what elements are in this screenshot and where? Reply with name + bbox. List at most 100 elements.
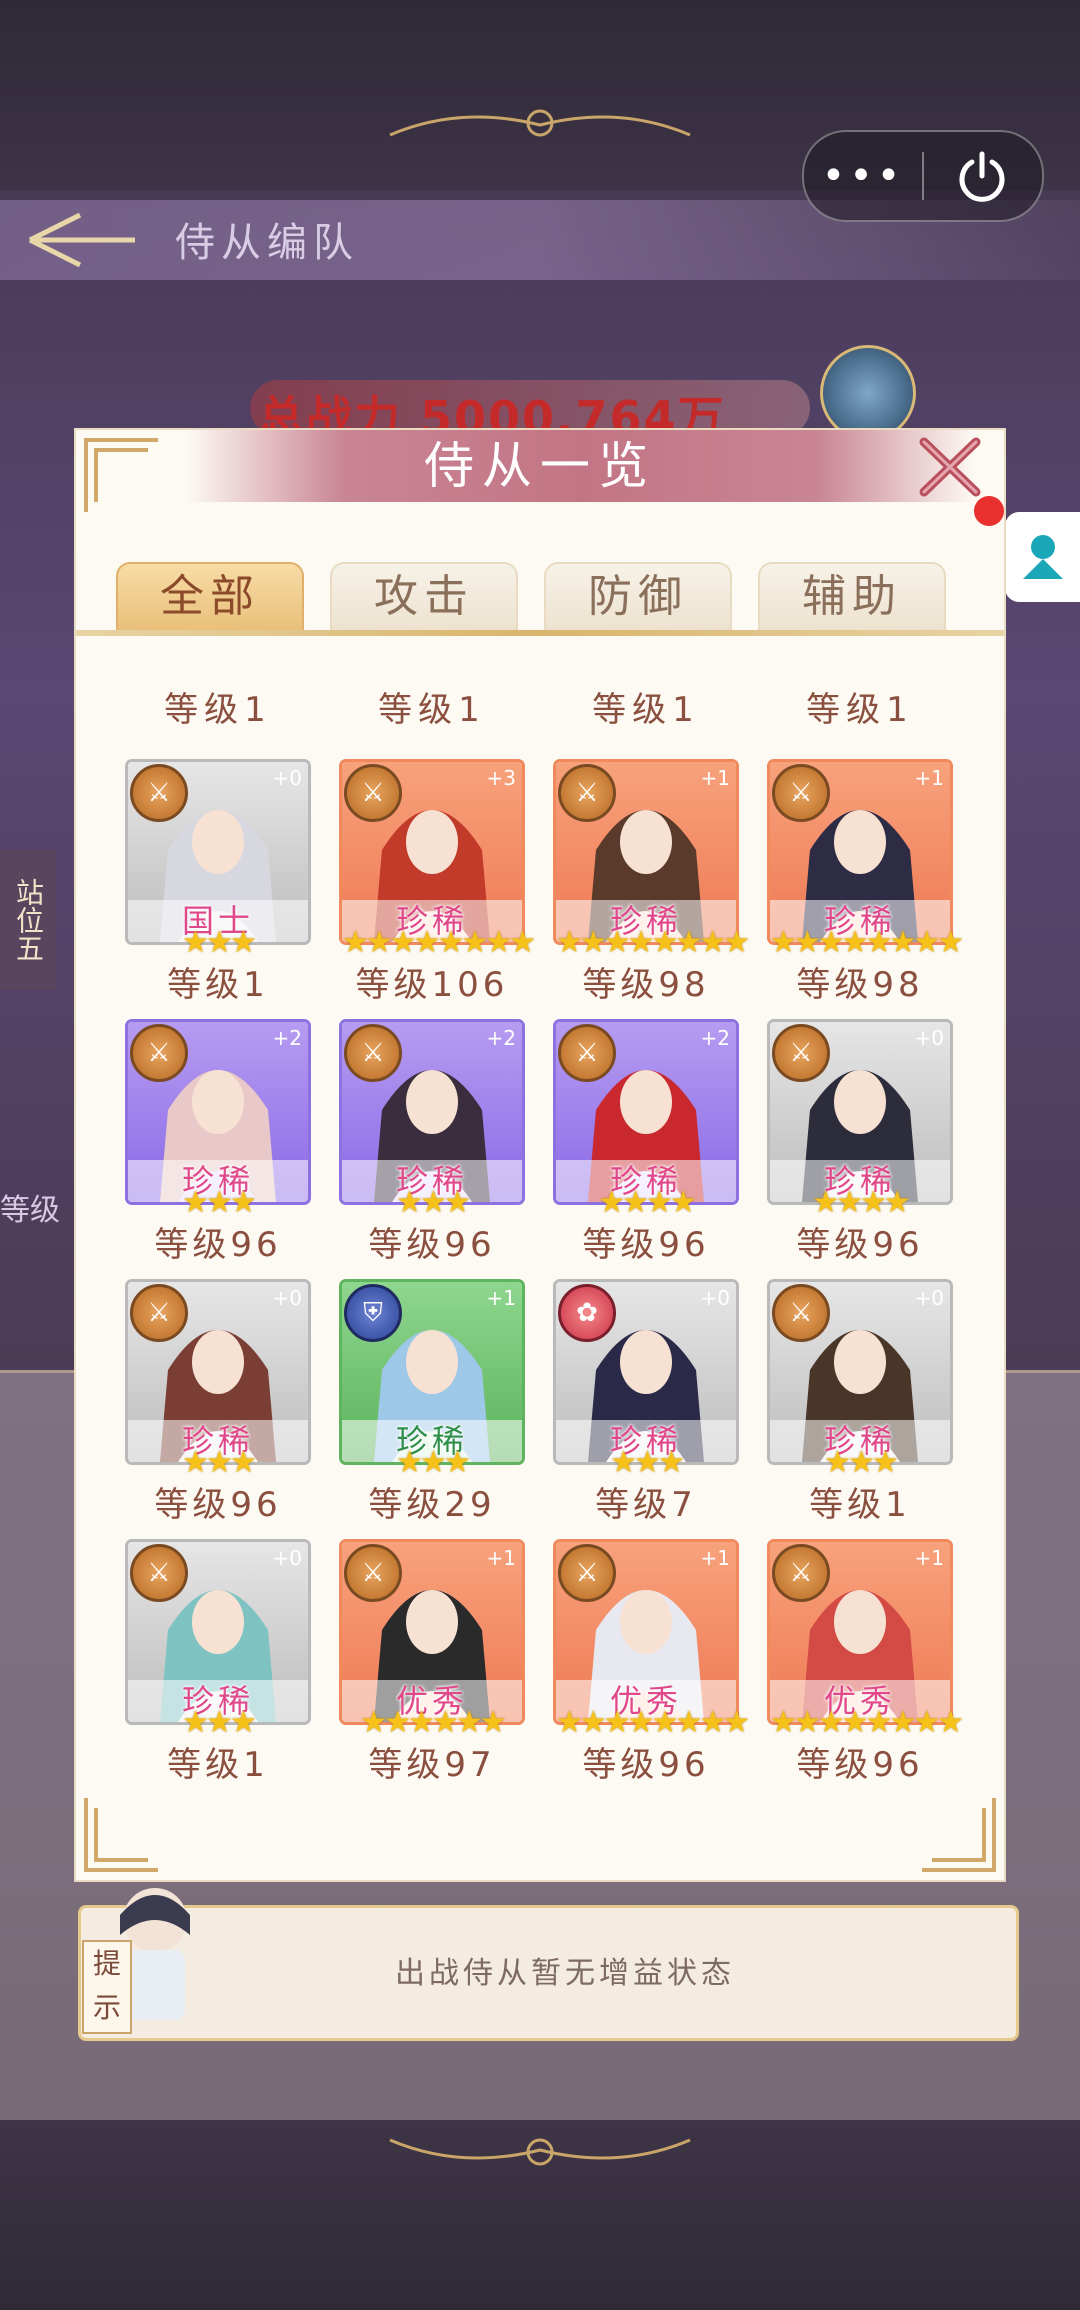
servant-card[interactable]: ⚔ +1 优秀 ★★★★★★★★ 等级96 — [770, 1542, 964, 1792]
star-rating: ★★★ — [396, 1185, 471, 1220]
tab-divider — [76, 630, 1004, 636]
level-label: 等级1 — [167, 965, 269, 1005]
enhance-level: +0 — [700, 1286, 730, 1310]
level-label: 等级96 — [582, 1745, 710, 1785]
sword-icon: ⚔ — [558, 764, 616, 822]
formation-badge-icon[interactable] — [820, 345, 916, 441]
slot-label: 站位五 — [0, 850, 56, 990]
servant-card[interactable]: ⚔ +1 珍稀 ★★★★★★★★ 等级98 — [770, 762, 964, 1012]
level-label: 等级96 — [154, 1225, 282, 1265]
corner-ornament-icon — [922, 1798, 996, 1872]
star-rating: ★★★ — [610, 1445, 685, 1480]
enhance-level: +1 — [914, 1546, 944, 1570]
tab-all[interactable]: 全部 — [116, 562, 304, 630]
servant-card[interactable]: ⚔ +0 珍稀 ★★★ 等级1 — [770, 1282, 950, 1532]
servant-card[interactable]: ⚔ +1 优秀 ★★★★★★ 等级97 — [342, 1542, 522, 1792]
servant-card[interactable]: ⚔ +2 珍稀 ★★★★ 等级96 — [556, 1022, 736, 1272]
star-rating: ★★★★★★★★ — [342, 925, 536, 960]
tab-support[interactable]: 辅助 — [758, 562, 946, 630]
formation-title: 侍从编队 — [175, 220, 359, 266]
category-tabs: 全部 攻击 防御 辅助 — [116, 562, 956, 630]
servant-card[interactable]: ⚔ +3 珍稀 ★★★★★★★★ 等级106 — [342, 762, 536, 1012]
sword-icon: ⚔ — [558, 1024, 616, 1082]
level-label: 等级96 — [582, 1225, 710, 1265]
servant-card[interactable]: ⚔ +2 珍稀 ★★★ 等级96 — [128, 1022, 308, 1272]
enhance-level: +1 — [914, 766, 944, 790]
star-rating: ★★★★★★★★ — [556, 925, 750, 960]
star-rating: ★★★ — [182, 1445, 257, 1480]
floating-assistant-button[interactable] — [1005, 512, 1080, 602]
mini-program-capsule: ••• — [802, 130, 1044, 222]
tab-defense[interactable]: 防御 — [544, 562, 732, 630]
star-rating: ★★★★ — [598, 1185, 697, 1220]
close-icon[interactable] — [916, 434, 986, 500]
star-rating: ★★★ — [182, 1705, 257, 1740]
level-label: 等级1 — [809, 1485, 911, 1525]
sword-icon: ⚔ — [772, 1284, 830, 1342]
notification-dot — [974, 496, 1004, 526]
level-label: 等级98 — [582, 965, 710, 1005]
level-label: 等级96 — [796, 1745, 924, 1785]
servant-card[interactable]: ⚔ +1 优秀 ★★★★★★★★ 等级96 — [556, 1542, 750, 1792]
enhance-level: +1 — [486, 1286, 516, 1310]
sword-icon: ⚔ — [344, 1544, 402, 1602]
servant-list-modal: 侍从一览 全部 攻击 防御 辅助 等级1 等级1 等级1 等级1 ⚔ +0 国士 ★★… — [76, 430, 1004, 1880]
level-label: 等级97 — [368, 1745, 496, 1785]
level-label: 等级1 — [592, 690, 700, 730]
sword-icon: ⚔ — [130, 1544, 188, 1602]
sword-icon: ⚔ — [772, 1544, 830, 1602]
star-rating: ★★★★★★★★ — [770, 925, 964, 960]
top-ornament — [389, 109, 691, 137]
level-label: 等级96 — [796, 1225, 924, 1265]
enhance-level: +0 — [272, 1546, 302, 1570]
level-label: 等级106 — [355, 965, 509, 1005]
enhance-level: +2 — [272, 1026, 302, 1050]
level-label: 等级1 — [378, 690, 486, 730]
sword-icon: ⚔ — [130, 764, 188, 822]
lotus-icon: ✿ — [558, 1284, 616, 1342]
servant-card[interactable]: ⚔ +0 珍稀 ★★★ 等级1 — [128, 1542, 308, 1792]
tip-text: 出战侍从暂无增益状态 — [395, 1956, 735, 1991]
sword-icon: ⚔ — [772, 1024, 830, 1082]
sword-icon: ⚔ — [130, 1284, 188, 1342]
servant-card[interactable]: ⚔ +2 珍稀 ★★★ 等级96 — [342, 1022, 522, 1272]
back-arrow-icon[interactable] — [20, 205, 140, 275]
corner-ornament-icon — [84, 438, 158, 512]
sword-icon: ⚔ — [344, 764, 402, 822]
sword-icon: ⚔ — [344, 1024, 402, 1082]
top-level-row: 等级1 等级1 等级1 等级1 — [128, 682, 968, 732]
modal-title: 侍从一览 — [424, 437, 656, 495]
level-label: 等级1 — [167, 1745, 269, 1785]
star-rating: ★★★★ — [812, 1185, 911, 1220]
star-rating: ★★★★★★★★ — [556, 1705, 750, 1740]
level-label: 等级1 — [806, 690, 914, 730]
level-label: 等级1 — [164, 690, 272, 730]
star-rating: ★★★ — [824, 1445, 899, 1480]
bottom-ornament — [389, 2138, 691, 2166]
tab-attack[interactable]: 攻击 — [330, 562, 518, 630]
assistant-icon — [1022, 535, 1063, 579]
level-label: 等级29 — [368, 1485, 496, 1525]
servant-card[interactable]: ⚔ +1 珍稀 ★★★★★★★★ 等级98 — [556, 762, 750, 1012]
servant-card[interactable]: ⚔ +0 珍稀 ★★★ 等级96 — [128, 1282, 308, 1532]
sword-icon: ⚔ — [558, 1544, 616, 1602]
tip-tag: 提示 — [82, 1940, 132, 2034]
power-icon[interactable] — [924, 148, 1040, 204]
star-rating: ★★★ — [182, 1185, 257, 1220]
servant-card[interactable]: ⚔ +0 珍稀 ★★★★ 等级96 — [770, 1022, 950, 1272]
level-label: 等级96 — [154, 1485, 282, 1525]
more-dots-icon[interactable]: ••• — [804, 132, 922, 220]
servant-card[interactable]: ✿ +0 珍稀 ★★★ 等级7 — [556, 1282, 736, 1532]
star-rating: ★★★★★★ — [360, 1705, 506, 1740]
enhance-level: +1 — [700, 766, 730, 790]
servant-card[interactable]: ⛨ +1 珍稀 ★★★ 等级29 — [342, 1282, 522, 1532]
enhance-level: +0 — [914, 1286, 944, 1310]
enhance-level: +1 — [486, 1546, 516, 1570]
level-label: 等级98 — [796, 965, 924, 1005]
enhance-level: +1 — [700, 1546, 730, 1570]
enhance-level: +3 — [486, 766, 516, 790]
star-rating: ★★★ — [396, 1445, 471, 1480]
sword-icon: ⚔ — [130, 1024, 188, 1082]
enhance-level: +0 — [914, 1026, 944, 1050]
servant-card[interactable]: ⚔ +0 国士 ★★★ 等级1 — [128, 762, 308, 1012]
